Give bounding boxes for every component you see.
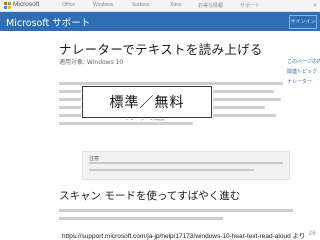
- support-header-bar: Microsoft サポート サインイン: [0, 12, 320, 31]
- slide-footer: https://support.microsoft.com/ja-jp/help…: [0, 229, 320, 240]
- top-navigation-bar: Microsoft Office Windows Surface Xbox お得…: [0, 0, 320, 12]
- nav-item-office[interactable]: Office: [62, 2, 75, 8]
- side-link-narrator[interactable]: ナレーター: [287, 77, 320, 87]
- overlay-label-banner: 標準／無料: [82, 86, 212, 118]
- search-icon[interactable]: ⌕: [313, 1, 317, 10]
- support-site-title[interactable]: Microsoft サポート: [6, 15, 90, 29]
- applies-to-text: 適用対象: Windows 10: [59, 59, 124, 66]
- nav-item-deals[interactable]: お得な情報: [198, 2, 223, 9]
- slide-page-number: 26: [308, 230, 316, 237]
- microsoft-logo-icon[interactable]: [4, 2, 11, 9]
- section-heading-scan-mode: スキャン モードを使ってすばやく進む: [59, 190, 241, 202]
- page-title: ナレーターでテキストを読み上げる: [59, 42, 263, 57]
- source-url-caption: https://support.microsoft.com/ja-jp/help…: [62, 233, 306, 240]
- nav-item-support[interactable]: サポート: [240, 2, 260, 9]
- header-sign-in-button[interactable]: サインイン: [289, 15, 317, 29]
- side-link-related[interactable]: 関連トピック: [287, 67, 320, 77]
- section-body-text: [59, 209, 293, 225]
- nav-item-windows[interactable]: Windows: [93, 2, 113, 8]
- nav-item-surface[interactable]: Surface: [132, 2, 149, 8]
- side-links: このページの内容 関連トピック ナレーター: [287, 57, 320, 87]
- note-body-text: [89, 162, 283, 176]
- note-title: 注意: [89, 156, 100, 162]
- note-box: 注意: [82, 151, 290, 180]
- microsoft-brand-name[interactable]: Microsoft: [13, 1, 39, 8]
- side-link-contents[interactable]: このページの内容: [287, 57, 320, 67]
- nav-item-xbox[interactable]: Xbox: [170, 2, 181, 8]
